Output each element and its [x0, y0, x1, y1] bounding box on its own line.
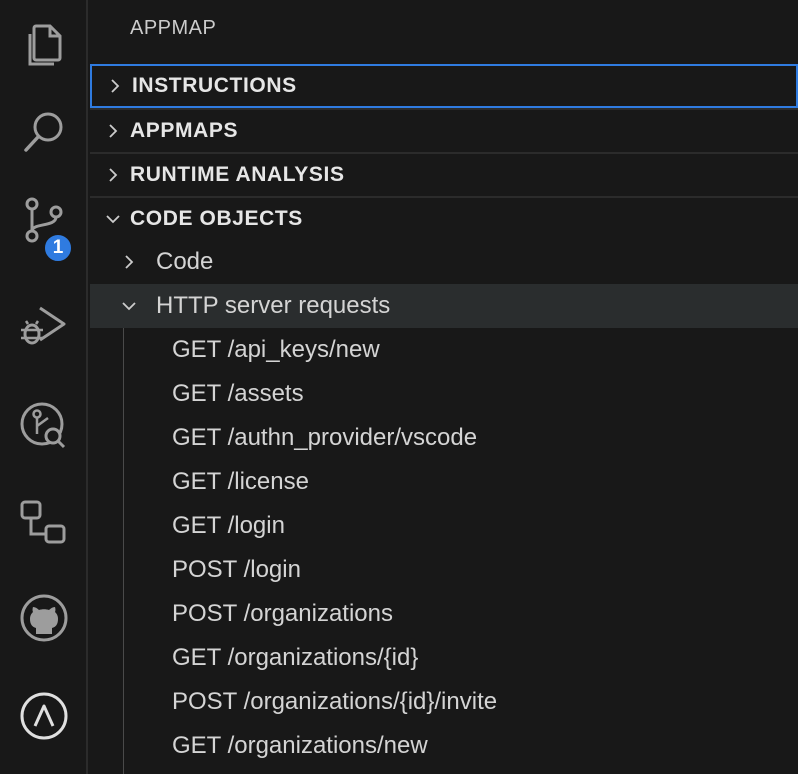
chevron-right-icon	[104, 75, 126, 97]
request-label: POST /organizations/{id}/invite	[172, 688, 498, 715]
section-label: INSTRUCTIONS	[132, 74, 297, 97]
request-item[interactable]: GET /api_keys/new	[90, 328, 798, 372]
chevron-right-icon	[118, 251, 140, 273]
section-label: APPMAPS	[130, 119, 239, 142]
request-label: GET /license	[172, 468, 309, 495]
chevron-down-icon	[118, 295, 140, 317]
section-label: RUNTIME ANALYSIS	[130, 163, 345, 186]
section-label: CODE OBJECTS	[130, 207, 303, 230]
request-label: POST /organizations	[172, 600, 394, 627]
section-instructions[interactable]: INSTRUCTIONS	[90, 64, 798, 108]
chevron-right-icon	[102, 120, 124, 142]
appmap-side-panel: APPMAP INSTRUCTIONS APPMAPS RUNTIME ANAL…	[90, 0, 798, 774]
explorer-icon	[28, 24, 62, 66]
section-runtime-analysis[interactable]: RUNTIME ANALYSIS	[90, 152, 798, 196]
request-item[interactable]: GET /authn_provider/vscode	[90, 416, 798, 460]
section-appmaps[interactable]: APPMAPS	[90, 108, 798, 152]
request-item[interactable]: POST /login	[90, 548, 798, 592]
request-label: GET /authn_provider/vscode	[172, 424, 478, 451]
request-label: GET /api_keys/new	[172, 336, 380, 363]
remote-explorer-icon	[20, 500, 66, 544]
search-icon	[24, 112, 63, 152]
github-icon	[20, 594, 68, 642]
activity-bar: 1	[0, 0, 88, 774]
source-control-badge: 1	[42, 232, 74, 264]
request-item[interactable]: GET /organizations/new	[90, 724, 798, 768]
explorer-button[interactable]	[0, 0, 88, 88]
tree-item-label: Code	[156, 248, 214, 275]
request-label: GET /login	[172, 512, 285, 539]
appmap-analysis-icon	[20, 402, 66, 449]
search-button[interactable]	[0, 88, 88, 176]
tree-item-label: HTTP server requests	[156, 292, 391, 319]
github-button[interactable]	[0, 574, 88, 662]
appmap-analysis-button[interactable]	[0, 380, 88, 468]
run-debug-icon	[21, 306, 66, 345]
run-debug-button[interactable]	[0, 280, 88, 368]
request-item[interactable]: GET /login	[90, 504, 798, 548]
request-item[interactable]: POST /organizations/{id}/invite	[90, 680, 798, 724]
appmap-icon	[20, 692, 68, 740]
tree-item-code[interactable]: Code	[90, 240, 798, 284]
request-item[interactable]: GET /assets	[90, 372, 798, 416]
app-window: 1 APPMAP INSTRUCTIONS APPMAPS RUNTIME AN…	[0, 0, 798, 774]
chevron-down-icon	[102, 208, 124, 230]
request-label: GET /organizations/new	[172, 732, 428, 759]
request-label: GET /assets	[172, 380, 304, 407]
tree-item-http-server-requests[interactable]: HTTP server requests	[90, 284, 798, 328]
request-item[interactable]: GET /organizations/{id}	[90, 636, 798, 680]
request-label: POST /login	[172, 556, 301, 583]
request-item[interactable]: POST /organizations	[90, 592, 798, 636]
section-code-objects[interactable]: CODE OBJECTS	[90, 196, 798, 240]
panel-title: APPMAP	[130, 17, 217, 39]
request-label: GET /organizations/{id}	[172, 644, 419, 671]
chevron-right-icon	[102, 164, 124, 186]
source-control-button[interactable]: 1	[0, 176, 88, 264]
request-item[interactable]: GET /license	[90, 460, 798, 504]
remote-explorer-button[interactable]	[0, 478, 88, 566]
appmap-button[interactable]	[0, 672, 88, 760]
